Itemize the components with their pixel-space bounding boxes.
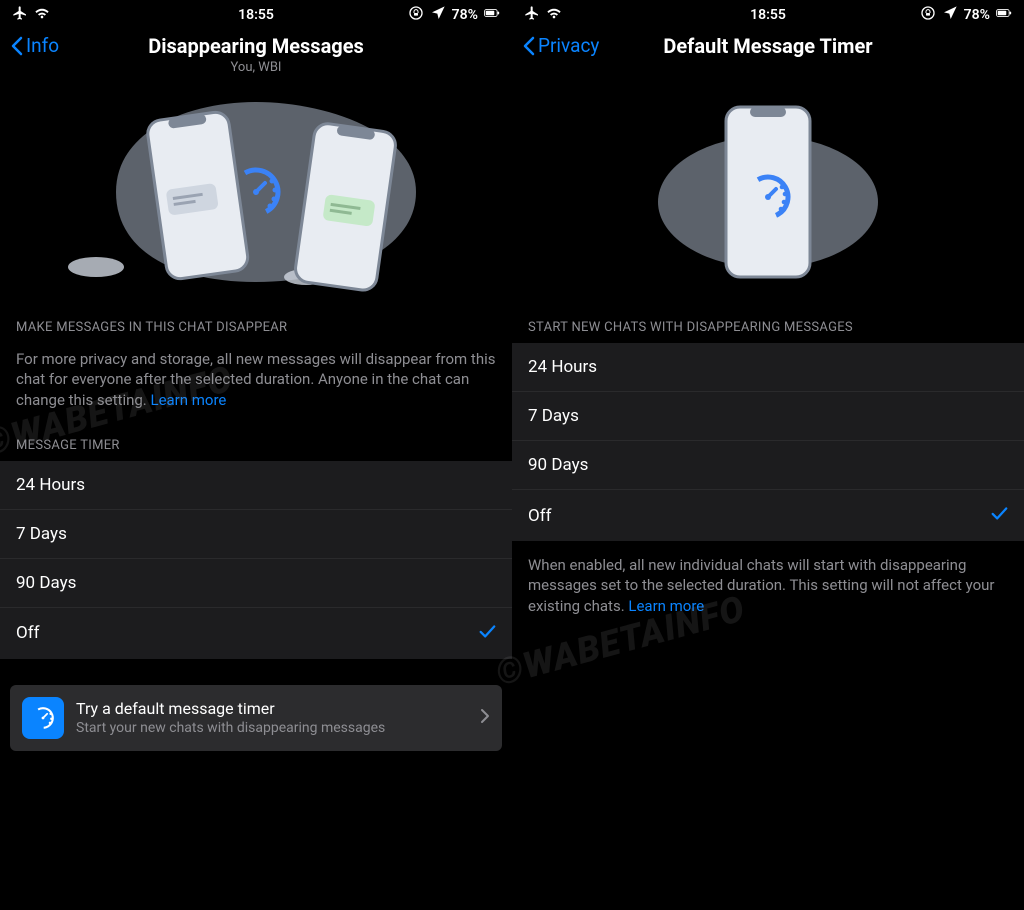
checkmark-icon xyxy=(478,622,496,645)
default-timer-promo[interactable]: Try a default message timer Start your n… xyxy=(10,685,502,751)
section-header-new-chats: START NEW CHATS WITH DISAPPEARING MESSAG… xyxy=(512,302,1024,343)
status-time: 18:55 xyxy=(238,7,274,23)
timer-badge-icon xyxy=(22,697,64,739)
section-header-disappear: MAKE MESSAGES IN THIS CHAT DISAPPEAR xyxy=(0,302,512,343)
timer-option[interactable]: 90 Days xyxy=(0,559,512,608)
airplane-icon xyxy=(12,5,28,25)
promo-title: Try a default message timer xyxy=(76,699,468,718)
illustration xyxy=(512,82,1024,302)
nav-header: Info Disappearing Messages You, WBI xyxy=(0,28,512,82)
illustration xyxy=(0,82,512,302)
back-button[interactable]: Privacy xyxy=(522,34,599,57)
learn-more-link[interactable]: Learn more xyxy=(628,597,704,615)
airplane-icon xyxy=(524,5,540,25)
timer-option[interactable]: 24 Hours xyxy=(512,343,1024,392)
page-title: Default Message Timer xyxy=(663,34,872,58)
timer-option[interactable]: 7 Days xyxy=(0,510,512,559)
timer-option-list: 24 Hours 7 Days 90 Days Off xyxy=(0,461,512,659)
nav-header: Privacy Default Message Timer xyxy=(512,28,1024,82)
section-desc-disappear: For more privacy and storage, all new me… xyxy=(0,343,512,420)
timer-option[interactable]: Off xyxy=(0,608,512,659)
page-title: Disappearing Messages xyxy=(148,34,364,58)
status-bar: 18:55 78% xyxy=(512,0,1024,28)
section-footer-desc: When enabled, all new individual chats w… xyxy=(512,541,1024,626)
timer-option-list: 24 Hours 7 Days 90 Days Off xyxy=(512,343,1024,541)
timer-option[interactable]: Off xyxy=(512,490,1024,541)
checkmark-icon xyxy=(990,504,1008,527)
wifi-icon xyxy=(34,5,50,25)
battery-icon xyxy=(996,5,1012,25)
back-label: Privacy xyxy=(538,34,599,57)
section-header-timer: MESSAGE TIMER xyxy=(0,420,512,461)
battery-percent: 78% xyxy=(452,7,478,23)
orientation-lock-icon xyxy=(920,5,936,25)
back-label: Info xyxy=(26,34,59,57)
status-bar: 18:55 78% xyxy=(0,0,512,28)
learn-more-link[interactable]: Learn more xyxy=(150,391,226,409)
back-button[interactable]: Info xyxy=(10,34,59,57)
timer-option[interactable]: 24 Hours xyxy=(0,461,512,510)
status-time: 18:55 xyxy=(750,7,786,23)
location-icon xyxy=(430,5,446,25)
timer-option[interactable]: 7 Days xyxy=(512,392,1024,441)
chevron-right-icon xyxy=(480,708,490,728)
page-subtitle: You, WBI xyxy=(231,60,282,75)
wifi-icon xyxy=(546,5,562,25)
battery-percent: 78% xyxy=(964,7,990,23)
promo-subtitle: Start your new chats with disappearing m… xyxy=(76,720,468,736)
timer-option[interactable]: 90 Days xyxy=(512,441,1024,490)
orientation-lock-icon xyxy=(408,5,424,25)
battery-icon xyxy=(484,5,500,25)
screen-default-message-timer: 18:55 78% Privacy Default Message Timer xyxy=(512,0,1024,910)
screen-disappearing-messages: 18:55 78% Info Disappearing Messages You… xyxy=(0,0,512,910)
location-icon xyxy=(942,5,958,25)
